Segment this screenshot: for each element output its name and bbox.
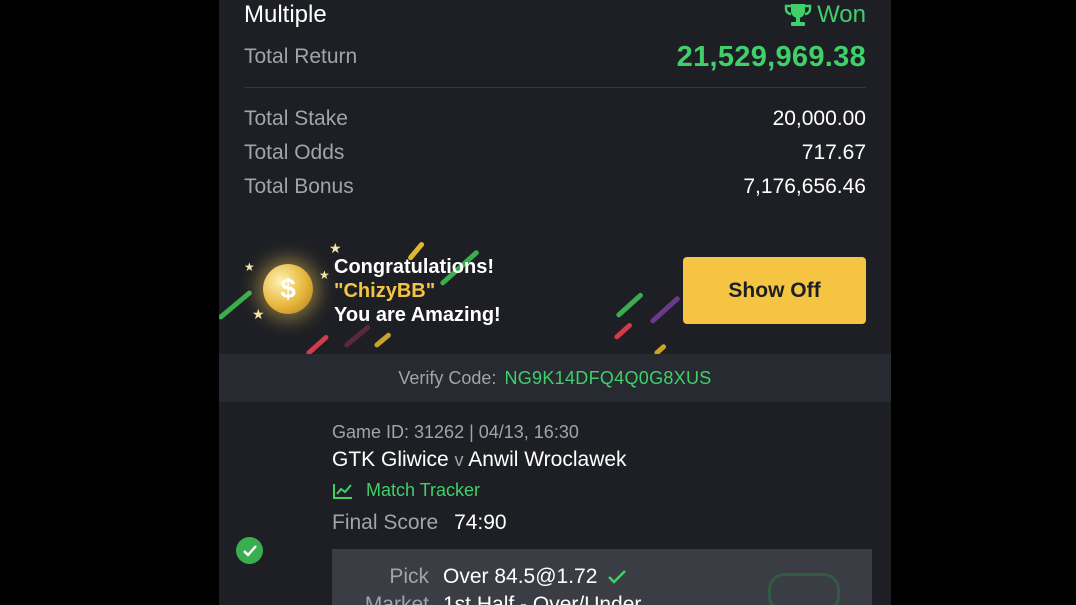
final-score-value: 74:90 bbox=[454, 511, 507, 534]
final-score-label: Final Score bbox=[332, 511, 439, 534]
congrats-banner: ★ ★ ★ ★ $ Congratulations! "ChizyBB" You… bbox=[219, 224, 891, 354]
confetti-streak bbox=[305, 333, 330, 354]
total-bonus-value: 7,176,656.46 bbox=[743, 175, 866, 198]
total-stake-value: 20,000.00 bbox=[772, 107, 866, 130]
confetti-streak bbox=[649, 295, 681, 325]
market-row: Market 1st Half - Over/Under bbox=[332, 593, 642, 605]
match-tracker-label: Match Tracker bbox=[366, 480, 481, 500]
status-label: Won bbox=[817, 1, 866, 28]
pick-value: Over 84.5@1.72 bbox=[443, 565, 598, 588]
congrats-line1: Congratulations! bbox=[334, 256, 494, 278]
away-team: Anwil Wroclawek bbox=[468, 448, 627, 471]
confetti-streak bbox=[613, 321, 634, 341]
game-meta: Game ID: 31262 | 04/13, 16:30 bbox=[332, 422, 579, 442]
bet-type-label: Multiple bbox=[244, 1, 327, 28]
status-badge: Won bbox=[783, 1, 866, 29]
sparkle-icon: ★ bbox=[319, 268, 330, 282]
pick-label: Pick bbox=[389, 565, 429, 588]
won-check-icon bbox=[236, 537, 263, 564]
pick-row: Pick Over 84.5@1.72 bbox=[332, 565, 627, 589]
show-off-button[interactable]: Show Off bbox=[683, 257, 866, 324]
sparkle-icon: ★ bbox=[252, 306, 265, 322]
versus-label: v bbox=[454, 450, 464, 470]
pick-detail-box: Pick Over 84.5@1.72 Market 1st Half - Ov… bbox=[332, 549, 872, 605]
verify-code-bar: Verify Code: NG9K14DFQ4Q0G8XUS bbox=[219, 354, 891, 402]
won-stamp bbox=[768, 573, 840, 605]
total-bonus-row: Total Bonus 7,176,656.46 bbox=[244, 173, 866, 201]
verify-code-label: Verify Code: bbox=[398, 367, 497, 388]
bet-summary: Multiple Won Total Return 21,529,969.38 … bbox=[219, 0, 891, 224]
match-tracker-link[interactable]: Match Tracker bbox=[332, 480, 480, 501]
coin-symbol: $ bbox=[280, 273, 296, 304]
congrats-text: Congratulations! "ChizyBB" You are Amazi… bbox=[334, 255, 501, 327]
total-odds-row: Total Odds 717.67 bbox=[244, 139, 866, 167]
total-return-row: Total Return 21,529,969.38 bbox=[244, 40, 866, 74]
username: "ChizyBB" bbox=[334, 280, 436, 302]
match-teams: GTK Gliwice v Anwil Wroclawek bbox=[332, 448, 627, 472]
confetti-streak bbox=[373, 331, 392, 349]
bet-detail-screen: Multiple Won Total Return 21,529,969.38 … bbox=[219, 0, 891, 605]
trophy-icon bbox=[784, 4, 812, 26]
total-bonus-label: Total Bonus bbox=[244, 175, 354, 198]
market-label: Market bbox=[364, 593, 429, 605]
total-stake-row: Total Stake 20,000.00 bbox=[244, 105, 866, 133]
game-item: Game ID: 31262 | 04/13, 16:30 GTK Gliwic… bbox=[219, 402, 891, 605]
congrats-line3: You are Amazing! bbox=[334, 304, 501, 326]
confetti-streak bbox=[653, 343, 668, 354]
bet-header-row: Multiple Won bbox=[244, 0, 866, 30]
verify-code-value[interactable]: NG9K14DFQ4Q0G8XUS bbox=[504, 368, 711, 389]
total-stake-label: Total Stake bbox=[244, 107, 348, 130]
total-return-label: Total Return bbox=[244, 45, 358, 68]
coin-icon: $ bbox=[263, 264, 313, 314]
total-odds-label: Total Odds bbox=[244, 141, 345, 164]
final-score-row: Final Score 74:90 bbox=[332, 511, 507, 535]
chart-line-icon bbox=[333, 483, 352, 499]
confetti-streak bbox=[343, 324, 372, 349]
total-return-value: 21,529,969.38 bbox=[676, 40, 866, 73]
confetti-streak bbox=[615, 291, 644, 319]
market-value: 1st Half - Over/Under bbox=[443, 593, 642, 605]
sparkle-icon: ★ bbox=[244, 260, 255, 274]
confetti-streak bbox=[219, 289, 253, 321]
check-icon bbox=[608, 570, 627, 584]
home-team: GTK Gliwice bbox=[332, 448, 449, 471]
total-odds-value: 717.67 bbox=[801, 141, 866, 164]
divider bbox=[244, 87, 866, 88]
